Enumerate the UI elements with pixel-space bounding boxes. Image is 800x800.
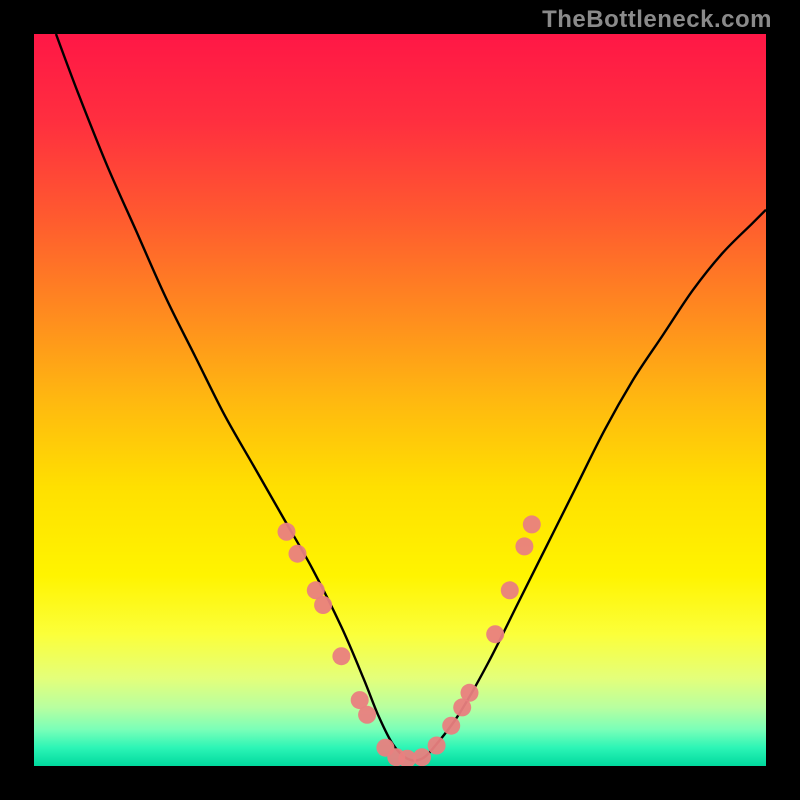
- sample-dot: [486, 625, 504, 643]
- sample-dot: [461, 684, 479, 702]
- sample-dots-group: [278, 515, 541, 766]
- sample-dot: [289, 545, 307, 563]
- sample-dot: [278, 523, 296, 541]
- chart-frame: TheBottleneck.com: [0, 0, 800, 800]
- sample-dot: [314, 596, 332, 614]
- plot-area: [34, 34, 766, 766]
- sample-dot: [413, 748, 431, 766]
- sample-dot: [358, 706, 376, 724]
- sample-dot: [428, 737, 446, 755]
- sample-dot: [442, 717, 460, 735]
- bottleneck-curve: [56, 34, 766, 761]
- sample-dot: [515, 537, 533, 555]
- watermark-text: TheBottleneck.com: [542, 6, 772, 34]
- sample-dot: [523, 515, 541, 533]
- sample-dot: [332, 647, 350, 665]
- curve-layer: [34, 34, 766, 766]
- sample-dot: [501, 581, 519, 599]
